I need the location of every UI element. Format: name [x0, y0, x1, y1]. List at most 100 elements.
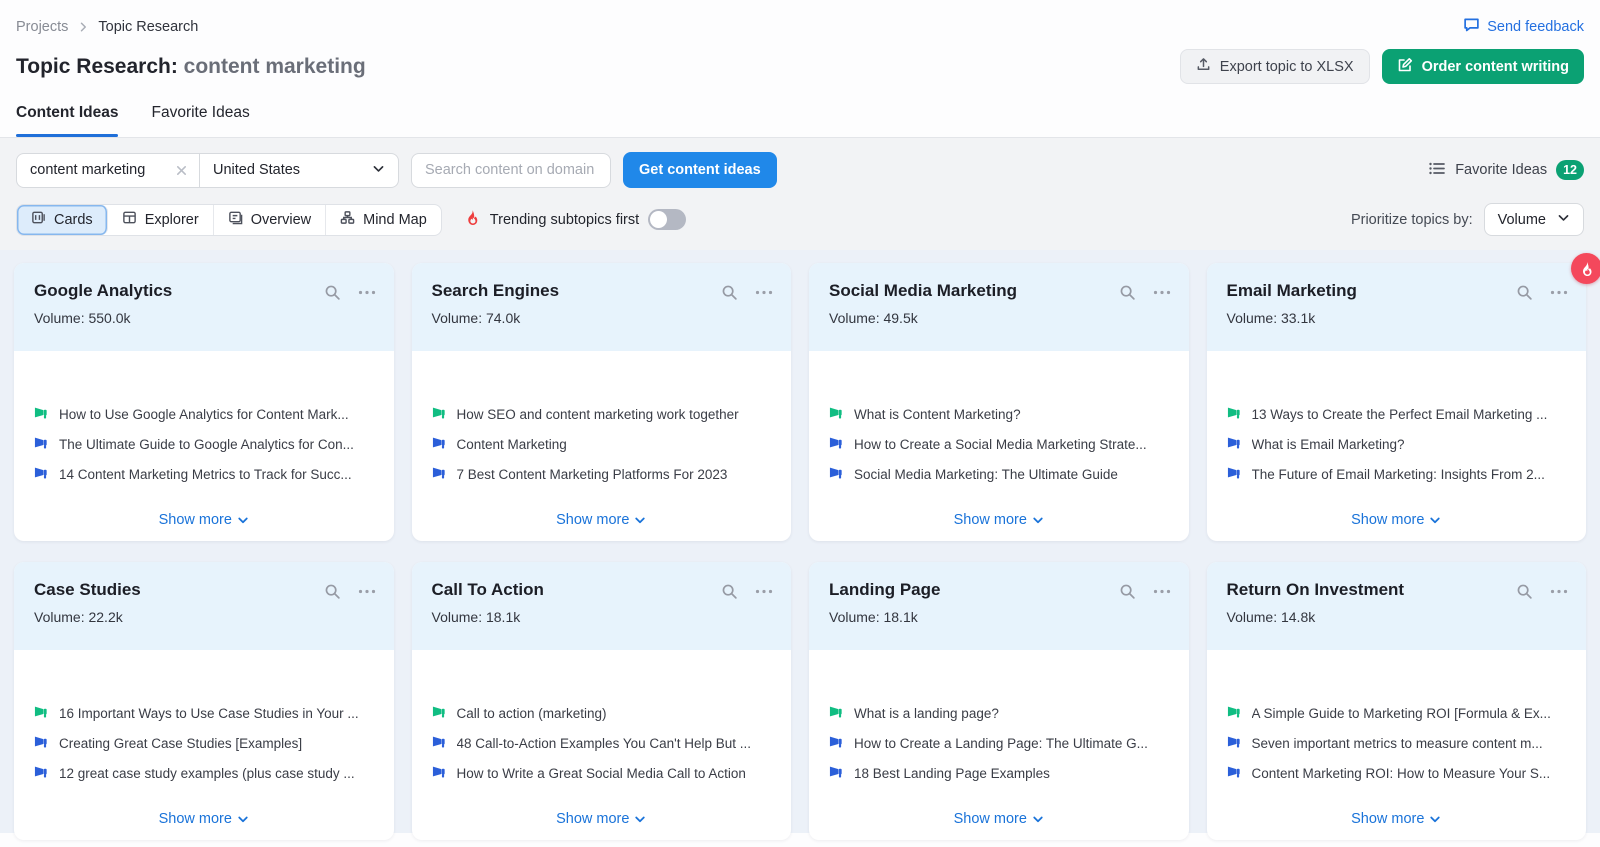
blue-megaphone-icon	[34, 764, 49, 782]
article-link[interactable]: What is a landing page?	[829, 698, 1171, 728]
show-more-link[interactable]: Show more	[14, 811, 394, 827]
page-title-query: content marketing	[184, 55, 366, 78]
article-link[interactable]: How to Create a Social Media Marketing S…	[829, 429, 1171, 459]
blue-megaphone-icon	[829, 465, 844, 483]
green-megaphone-icon	[1227, 704, 1242, 722]
topic-card: Call To ActionVolume: 18.1kCall to actio…	[412, 562, 792, 840]
article-link[interactable]: 14 Content Marketing Metrics to Track fo…	[34, 459, 376, 489]
article-link[interactable]: Call to action (marketing)	[432, 698, 774, 728]
card-more-icon[interactable]	[755, 589, 773, 594]
feedback-bubble-icon	[1463, 16, 1480, 37]
card-volume: Volume: 49.5k	[829, 310, 1171, 326]
card-search-icon[interactable]	[324, 583, 341, 600]
favorite-ideas-count-badge: 12	[1556, 160, 1584, 181]
green-megaphone-icon	[432, 704, 447, 722]
card-more-icon[interactable]	[1153, 290, 1171, 295]
article-link[interactable]: A Simple Guide to Marketing ROI [Formula…	[1227, 698, 1569, 728]
blue-megaphone-icon	[829, 734, 844, 752]
card-volume: Volume: 18.1k	[829, 609, 1171, 625]
card-header: Social Media MarketingVolume: 49.5k	[809, 263, 1189, 351]
card-search-icon[interactable]	[324, 284, 341, 301]
card-more-icon[interactable]	[1550, 589, 1568, 594]
article-link[interactable]: Seven important metrics to measure conte…	[1227, 728, 1569, 758]
article-link[interactable]: 13 Ways to Create the Perfect Email Mark…	[1227, 399, 1569, 429]
get-content-ideas-button[interactable]: Get content ideas	[623, 152, 777, 188]
card-search-icon[interactable]	[1119, 583, 1136, 600]
show-more-link[interactable]: Show more	[14, 512, 394, 528]
card-search-icon[interactable]	[721, 583, 738, 600]
article-link[interactable]: Content Marketing ROI: How to Measure Yo…	[1227, 758, 1569, 788]
card-volume: Volume: 74.0k	[432, 310, 774, 326]
blue-megaphone-icon	[1227, 435, 1242, 453]
card-search-icon[interactable]	[1516, 284, 1533, 301]
green-megaphone-icon	[34, 704, 49, 722]
article-link[interactable]: 18 Best Landing Page Examples	[829, 758, 1171, 788]
article-link[interactable]: How to Write a Great Social Media Call t…	[432, 758, 774, 788]
article-link[interactable]: 48 Call-to-Action Examples You Can't Hel…	[432, 728, 774, 758]
article-link[interactable]: The Ultimate Guide to Google Analytics f…	[34, 429, 376, 459]
mindmap-view-icon	[340, 210, 355, 229]
card-more-icon[interactable]	[358, 589, 376, 594]
article-link[interactable]: How to Create a Landing Page: The Ultima…	[829, 728, 1171, 758]
article-link[interactable]: How to Use Google Analytics for Content …	[34, 399, 376, 429]
order-content-writing-button[interactable]: Order content writing	[1382, 49, 1584, 84]
tab-content-ideas[interactable]: Content Ideas	[16, 104, 118, 137]
card-more-icon[interactable]	[1153, 589, 1171, 594]
card-header: Search EnginesVolume: 74.0k	[412, 263, 792, 351]
article-link[interactable]: 12 great case study examples (plus case …	[34, 758, 376, 788]
send-feedback-link[interactable]: Send feedback	[1463, 16, 1584, 37]
card-search-icon[interactable]	[721, 284, 738, 301]
view-mode-explorer[interactable]: Explorer	[108, 205, 214, 235]
country-select[interactable]: United States	[199, 154, 398, 187]
view-mode-cards[interactable]: Cards	[17, 205, 108, 235]
blue-megaphone-icon	[432, 435, 447, 453]
show-more-link[interactable]: Show more	[809, 512, 1189, 528]
show-more-link[interactable]: Show more	[1207, 811, 1587, 827]
overview-view-icon	[228, 210, 243, 229]
article-link[interactable]: Creating Great Case Studies [Examples]	[34, 728, 376, 758]
show-more-link[interactable]: Show more	[412, 512, 792, 528]
article-link[interactable]: 16 Important Ways to Use Case Studies in…	[34, 698, 376, 728]
show-more-link[interactable]: Show more	[412, 811, 792, 827]
card-volume: Volume: 550.0k	[34, 310, 376, 326]
topic-card: Case StudiesVolume: 22.2k16 Important Wa…	[14, 562, 394, 840]
show-more-link[interactable]: Show more	[1207, 512, 1587, 528]
article-link[interactable]: 7 Best Content Marketing Platforms For 2…	[432, 459, 774, 489]
article-link[interactable]: Social Media Marketing: The Ultimate Gui…	[829, 459, 1171, 489]
card-volume: Volume: 22.2k	[34, 609, 376, 625]
favorite-ideas-link[interactable]: Favorite Ideas 12	[1429, 160, 1584, 181]
card-articles: 16 Important Ways to Use Case Studies in…	[14, 650, 394, 788]
card-more-icon[interactable]	[1550, 290, 1568, 295]
tab-favorite-ideas[interactable]: Favorite Ideas	[151, 104, 249, 137]
clear-query-icon[interactable]	[175, 164, 188, 177]
card-articles: How to Use Google Analytics for Content …	[14, 351, 394, 489]
trending-toggle[interactable]	[648, 209, 686, 230]
article-link[interactable]: The Future of Email Marketing: Insights …	[1227, 459, 1569, 489]
card-search-icon[interactable]	[1516, 583, 1533, 600]
blue-megaphone-icon	[432, 734, 447, 752]
card-more-icon[interactable]	[755, 290, 773, 295]
show-more-link[interactable]: Show more	[809, 811, 1189, 827]
card-search-icon[interactable]	[1119, 284, 1136, 301]
card-articles: Call to action (marketing)48 Call-to-Act…	[412, 650, 792, 788]
blue-megaphone-icon	[34, 734, 49, 752]
domain-search-input[interactable]: Search content on domain	[411, 153, 611, 188]
prioritize-select[interactable]: Volume	[1484, 203, 1584, 236]
card-header: Landing PageVolume: 18.1k	[809, 562, 1189, 650]
topic-search-input[interactable]: content marketing	[17, 154, 199, 187]
card-articles: 13 Ways to Create the Perfect Email Mark…	[1207, 351, 1587, 489]
chevron-right-icon	[77, 21, 89, 33]
breadcrumb-current: Topic Research	[98, 19, 198, 35]
prioritize-label: Prioritize topics by:	[1351, 212, 1473, 228]
article-link[interactable]: Content Marketing	[432, 429, 774, 459]
breadcrumb-projects-link[interactable]: Projects	[16, 19, 68, 35]
green-megaphone-icon	[34, 405, 49, 423]
blue-megaphone-icon	[829, 435, 844, 453]
card-more-icon[interactable]	[358, 290, 376, 295]
export-xlsx-button[interactable]: Export topic to XLSX	[1180, 49, 1370, 84]
view-mode-mindmap[interactable]: Mind Map	[326, 205, 441, 235]
article-link[interactable]: How SEO and content marketing work toget…	[432, 399, 774, 429]
article-link[interactable]: What is Email Marketing?	[1227, 429, 1569, 459]
article-link[interactable]: What is Content Marketing?	[829, 399, 1171, 429]
view-mode-overview[interactable]: Overview	[214, 205, 326, 235]
